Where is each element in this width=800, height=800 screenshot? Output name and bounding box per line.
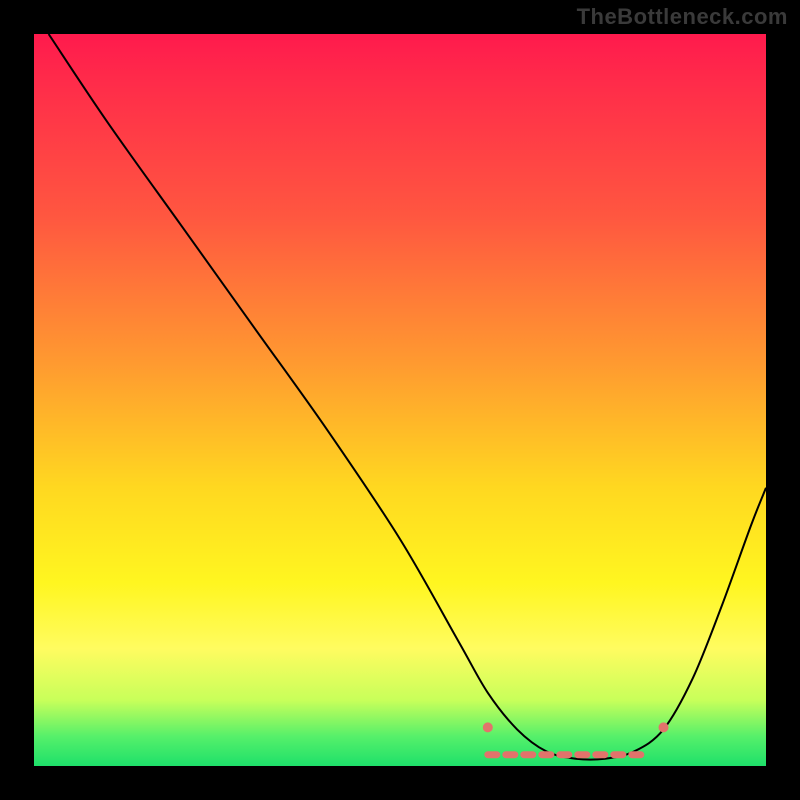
chart-frame: TheBottleneck.com [0, 0, 800, 800]
plot-area [34, 34, 766, 766]
watermark-text: TheBottleneck.com [577, 4, 788, 30]
trough-edge-dot [659, 722, 669, 732]
curve-layer [49, 34, 766, 760]
trough-edge-dot [483, 722, 493, 732]
chart-svg [34, 34, 766, 766]
bottleneck-curve [49, 34, 766, 760]
